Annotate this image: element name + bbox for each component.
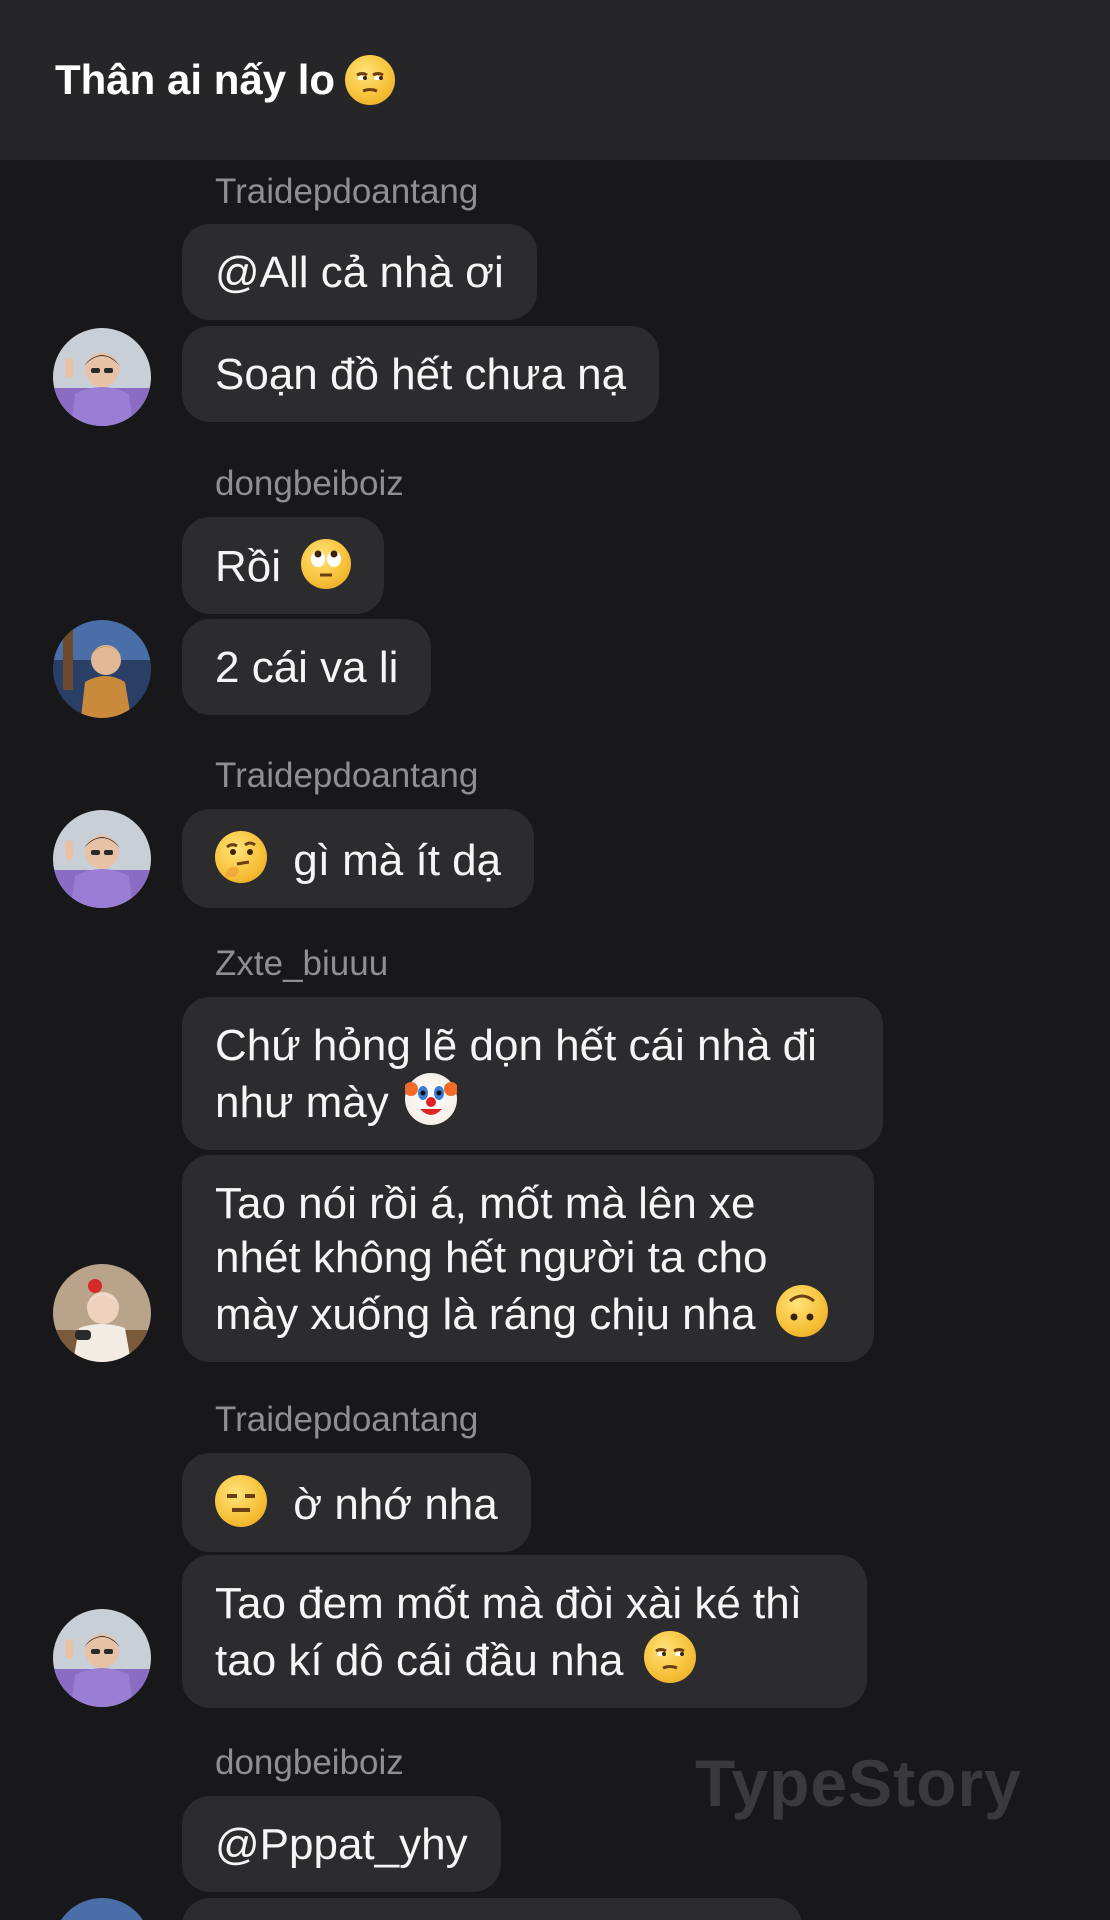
message-bubble[interactable]: @Pppat_yhy [182, 1796, 501, 1892]
message-bubble[interactable] [182, 1898, 802, 1920]
message-bubble[interactable]: @All cả nhà ơi [182, 224, 537, 320]
avatar[interactable] [53, 810, 151, 908]
message-bubble[interactable]: Soạn đồ hết chưa nạ [182, 326, 660, 422]
avatar[interactable] [53, 620, 151, 718]
avatar[interactable] [53, 1264, 151, 1362]
message-text: Tao đem mốt mà đòi xài ké thì tao kí dô … [215, 1579, 802, 1685]
sender-name: Traidepdoantang [215, 172, 479, 211]
upside-down-face-icon [775, 1285, 828, 1337]
thinking-face-icon [215, 831, 267, 883]
chat-header: Thân ai nấy lo [0, 0, 1110, 160]
avatar[interactable] [53, 328, 151, 426]
message-bubble[interactable]: Tao nói rồi á, mốt mà lên xe nhét không … [182, 1155, 874, 1362]
message-text: gì mà ít dạ [293, 836, 502, 885]
message-bubble[interactable]: ờ nhớ nha [182, 1453, 531, 1552]
message-text: Tao nói rồi á, mốt mà lên xe nhét không … [215, 1179, 768, 1339]
sender-name: Traidepdoantang [215, 756, 479, 795]
sender-name: Zxte_biuuu [215, 944, 389, 983]
unamused-face-icon [345, 55, 396, 105]
chat-title: Thân ai nấy lo [55, 56, 336, 103]
avatar[interactable] [53, 1898, 151, 1920]
sender-name: dongbeiboiz [215, 1743, 404, 1782]
watermark: TypeStory [695, 1746, 1022, 1820]
message-bubble[interactable]: Tao đem mốt mà đòi xài ké thì tao kí dô … [182, 1555, 867, 1708]
sender-name: dongbeiboiz [215, 464, 404, 503]
message-text: Chứ hỏng lẽ dọn hết cái nhà đi như mày [215, 1021, 817, 1127]
avatar[interactable] [53, 1609, 151, 1707]
expressionless-face-icon [215, 1475, 267, 1527]
message-bubble[interactable]: Rồi [182, 517, 385, 614]
message-bubble[interactable]: Chứ hỏng lẽ dọn hết cái nhà đi như mày [182, 997, 883, 1150]
rolling-eyes-icon [301, 539, 352, 589]
clown-face-icon [403, 1073, 458, 1125]
message-text: ờ nhớ nha [293, 1480, 498, 1529]
message-bubble[interactable]: gì mà ít dạ [182, 809, 535, 908]
message-bubble[interactable]: 2 cái va li [182, 619, 432, 715]
message-text: Rồi [215, 542, 282, 591]
sender-name: Traidepdoantang [215, 1400, 479, 1439]
unamused-face-icon [643, 1631, 696, 1683]
